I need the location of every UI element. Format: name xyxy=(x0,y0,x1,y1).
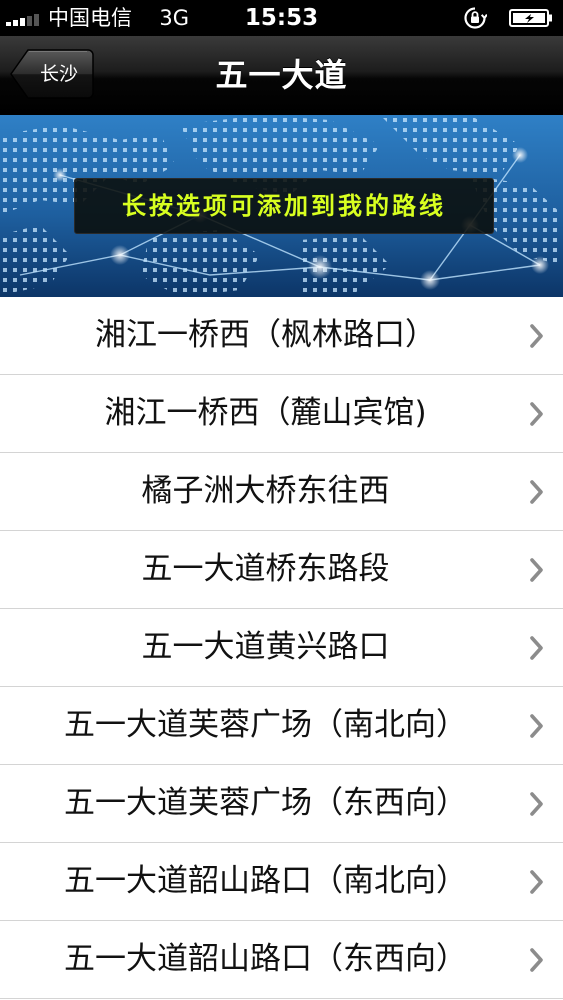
back-button[interactable]: 长沙 xyxy=(10,49,94,99)
back-button-label: 长沙 xyxy=(39,63,78,85)
chevron-right-icon xyxy=(530,948,543,972)
list-item-label: 湘江一桥西（麓山宾馆) xyxy=(104,395,427,431)
chevron-right-icon xyxy=(530,714,543,738)
chevron-right-icon xyxy=(530,870,543,894)
status-icons xyxy=(463,5,553,31)
list-item-label: 橘子洲大桥东往西 xyxy=(141,473,390,509)
list-item-label: 湘江一桥西（枫林路口） xyxy=(95,317,436,353)
banner-hint-box: 长按选项可添加到我的路线 xyxy=(74,178,494,234)
list-item[interactable]: 湘江一桥西（枫林路口） xyxy=(0,297,563,375)
list-item-label: 五一大道韶山路口（东西向） xyxy=(64,941,467,977)
list-item[interactable]: 五一大道黄兴路口 xyxy=(0,609,563,687)
battery-charging-icon xyxy=(509,9,552,27)
chevron-right-icon xyxy=(530,480,543,504)
status-bar: 中国电信 3G 15:53 xyxy=(0,0,563,36)
list-item[interactable]: 五一大道韶山路口（南北向） xyxy=(0,843,563,921)
banner-hint-text: 长按选项可添加到我的路线 xyxy=(122,192,446,220)
chevron-right-icon xyxy=(530,324,543,348)
chevron-right-icon xyxy=(530,402,543,426)
list-item-label: 五一大道韶山路口（南北向） xyxy=(64,863,467,899)
list-item[interactable]: 五一大道芙蓉广场（南北向） xyxy=(0,687,563,765)
road-segment-list: 湘江一桥西（枫林路口） 湘江一桥西（麓山宾馆) 橘子洲大桥东往西 五一大道桥东路… xyxy=(0,297,563,999)
page-title: 五一大道 xyxy=(215,56,348,94)
screen: 中国电信 3G 15:53 长沙 五一大道 长按选项可添加到我的路线 湘江一桥西… xyxy=(0,0,563,1000)
list-item-label: 五一大道芙蓉广场（东西向） xyxy=(64,785,467,821)
chevron-right-icon xyxy=(530,636,543,660)
list-item[interactable]: 湘江一桥西（麓山宾馆) xyxy=(0,375,563,453)
rotation-lock-icon xyxy=(464,7,487,29)
list-item-label: 五一大道芙蓉广场（南北向） xyxy=(64,707,467,743)
list-item[interactable]: 五一大道韶山路口（东西向） xyxy=(0,921,563,999)
chevron-right-icon xyxy=(530,792,543,816)
list-item-label: 五一大道黄兴路口 xyxy=(141,629,390,665)
list-item[interactable]: 五一大道桥东路段 xyxy=(0,531,563,609)
list-item-label: 五一大道桥东路段 xyxy=(141,551,390,587)
navigation-bar: 长沙 五一大道 xyxy=(0,36,563,115)
banner-image: 长按选项可添加到我的路线 xyxy=(0,115,563,297)
list-item[interactable]: 橘子洲大桥东往西 xyxy=(0,453,563,531)
list-item[interactable]: 五一大道芙蓉广场（东西向） xyxy=(0,765,563,843)
chevron-right-icon xyxy=(530,558,543,582)
